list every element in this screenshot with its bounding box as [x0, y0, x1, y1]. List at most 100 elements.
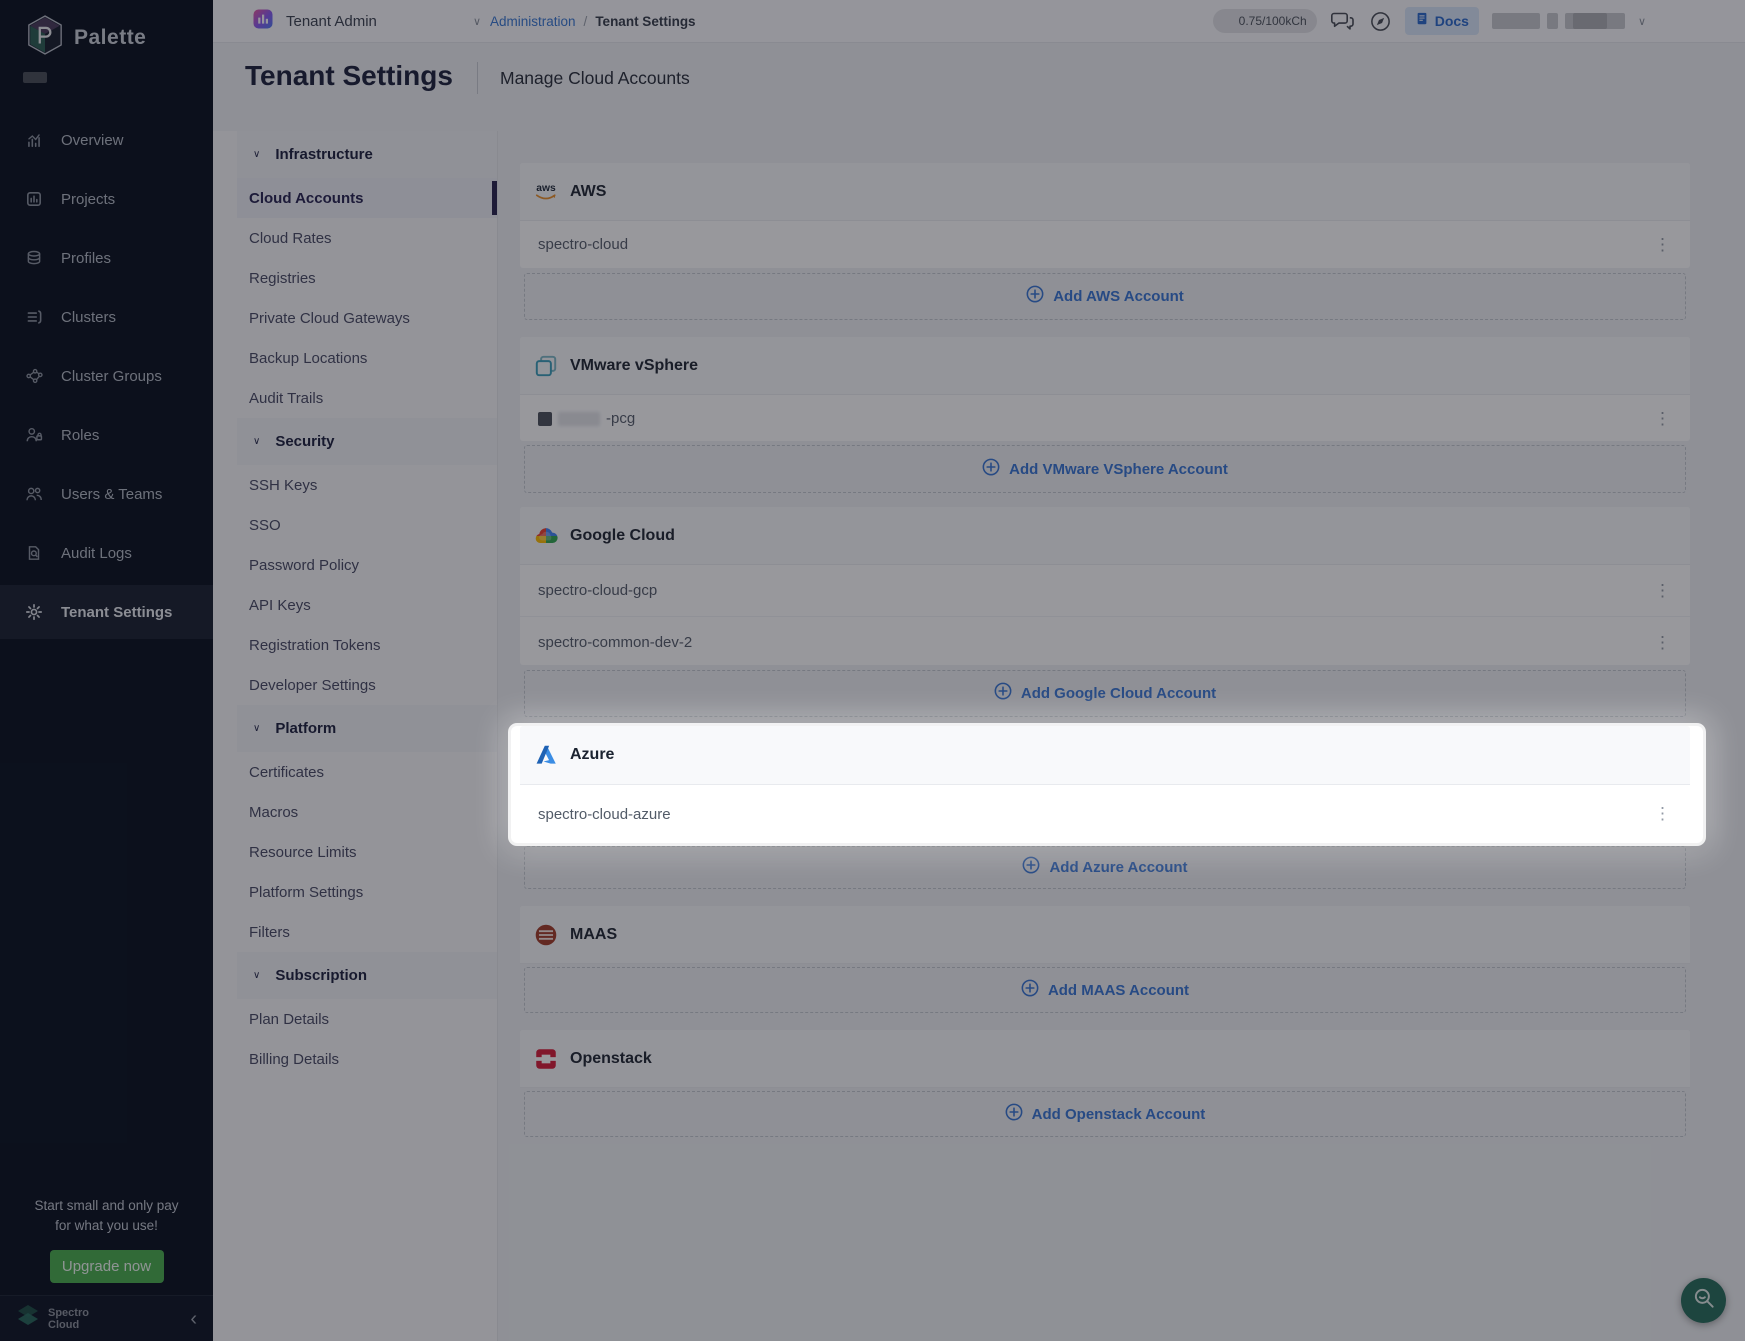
nav-item-macros[interactable]: Macros: [237, 792, 497, 832]
sidebar-item-roles[interactable]: Roles: [0, 408, 213, 462]
nav-item-password-policy[interactable]: Password Policy: [237, 545, 497, 585]
nav-item-cloud-accounts[interactable]: Cloud Accounts: [237, 178, 497, 218]
kebab-menu-icon[interactable]: ⋮: [1654, 581, 1690, 601]
account-row-spectro-common-dev-2: spectro-common-dev-2⋮: [520, 616, 1690, 668]
nav-item-registries[interactable]: Registries: [237, 258, 497, 298]
add-azure-account-button[interactable]: Add Azure Account: [524, 846, 1686, 889]
google-cloud-icon: [533, 523, 559, 549]
cluster-groups-icon: [24, 367, 43, 386]
nav-item-sso[interactable]: SSO: [237, 505, 497, 545]
nav-item-filters[interactable]: Filters: [237, 912, 497, 952]
add-aws-account-button[interactable]: Add AWS Account: [524, 273, 1686, 320]
nav-item-registration-tokens[interactable]: Registration Tokens: [237, 625, 497, 665]
brand-name: Palette: [74, 26, 146, 50]
sidebar-footer: Spectro Cloud ‹: [0, 1295, 213, 1341]
clusters-icon: [24, 308, 43, 327]
title-divider: [477, 62, 478, 94]
account-row-spectro-cloud-gcp: spectro-cloud-gcp⋮: [520, 565, 1690, 616]
users-teams-icon: [24, 485, 43, 504]
sidebar-item-cluster-groups[interactable]: Cluster Groups: [0, 349, 213, 403]
sidebar-item-users-teams[interactable]: Users & Teams: [0, 467, 213, 521]
nav-item-plan-details[interactable]: Plan Details: [237, 999, 497, 1039]
search-smile-icon: [1691, 1285, 1717, 1316]
gear-icon: [24, 603, 43, 622]
provider-header-google-cloud: Google Cloud: [520, 507, 1690, 565]
sidebar-item-tenant-settings[interactable]: Tenant Settings: [0, 585, 213, 639]
sidebar: Palette OverviewProjectsProfilesClusters…: [0, 0, 213, 1341]
settings-nav-column: ∨InfrastructureCloud AccountsCloud Rates…: [213, 131, 498, 1341]
add-openstack-account-button[interactable]: Add Openstack Account: [524, 1091, 1686, 1137]
sidebar-item-clusters[interactable]: Clusters: [0, 290, 213, 344]
add-vmware-vsphere-account-button[interactable]: Add VMware VSphere Account: [524, 445, 1686, 493]
add-google-cloud-account-button[interactable]: Add Google Cloud Account: [524, 670, 1686, 717]
upgrade-promo: Start small and only pay for what you us…: [0, 1196, 213, 1283]
panel-openstack: Openstack: [520, 1030, 1690, 1086]
upgrade-now-button[interactable]: Upgrade now: [50, 1250, 164, 1283]
plus-circle-icon: [982, 458, 1000, 481]
aws-icon: aws: [533, 179, 559, 205]
nav-section-platform[interactable]: ∨Platform: [237, 705, 497, 752]
sidebar-item-projects[interactable]: Projects: [0, 172, 213, 226]
kebab-menu-icon[interactable]: ⋮: [1654, 633, 1690, 653]
brand-logo: Palette: [26, 14, 146, 61]
sidebar-item-overview[interactable]: Overview: [0, 113, 213, 167]
nav-item-ssh-keys[interactable]: SSH Keys: [237, 465, 497, 505]
nav-item-api-keys[interactable]: API Keys: [237, 585, 497, 625]
promo-text-line2: for what you use!: [0, 1216, 213, 1236]
nav-item-platform-settings[interactable]: Platform Settings: [237, 872, 497, 912]
palette-logo-icon: [26, 14, 64, 61]
overview-icon: [24, 131, 43, 150]
redacted-text: [558, 412, 600, 426]
plus-circle-icon: [1022, 856, 1040, 879]
nav-item-certificates[interactable]: Certificates: [237, 752, 497, 792]
roles-icon: [24, 426, 43, 445]
provider-header-aws: awsAWS: [520, 163, 1690, 221]
project-scope-selector[interactable]: Tenant Admin ∨: [253, 0, 481, 42]
nav-item-resource-limits[interactable]: Resource Limits: [237, 832, 497, 872]
plus-circle-icon: [1026, 285, 1044, 308]
account-row-spectro-cloud: spectro-cloud⋮: [520, 221, 1690, 268]
panel-vmware-vsphere: VMware vSphere-pcg⋮: [520, 337, 1690, 441]
vsphere-icon: [533, 353, 559, 379]
kebab-menu-icon[interactable]: ⋮: [1654, 235, 1690, 255]
plus-circle-icon: [1021, 979, 1039, 1002]
nav-item-audit-trails[interactable]: Audit Trails: [237, 378, 497, 418]
nav-item-developer-settings[interactable]: Developer Settings: [237, 665, 497, 705]
app-root: Palette OverviewProjectsProfilesClusters…: [0, 0, 1745, 1341]
sidebar-item-profiles[interactable]: Profiles: [0, 231, 213, 285]
search-fab-button[interactable]: [1681, 1278, 1726, 1323]
kebab-menu-icon[interactable]: ⋮: [1654, 804, 1690, 824]
nav-item-private-cloud-gateways[interactable]: Private Cloud Gateways: [237, 298, 497, 338]
provider-header-openstack: Openstack: [520, 1030, 1690, 1088]
nav-section-security[interactable]: ∨Security: [237, 418, 497, 465]
nav-section-infrastructure[interactable]: ∨Infrastructure: [237, 131, 497, 178]
svg-text:aws: aws: [536, 183, 556, 194]
redacted-block: [538, 412, 552, 426]
plus-circle-icon: [1005, 1103, 1023, 1126]
nav-item-billing-details[interactable]: Billing Details: [237, 1039, 497, 1079]
nav-item-cloud-rates[interactable]: Cloud Rates: [237, 218, 497, 258]
spectro-cloud-label: Spectro Cloud: [48, 1307, 89, 1331]
panel-aws: awsAWSspectro-cloud⋮: [520, 163, 1690, 268]
plus-circle-icon: [994, 682, 1012, 705]
redacted-version-badge: [23, 72, 47, 83]
sidebar-item-audit-logs[interactable]: Audit Logs: [0, 526, 213, 580]
provider-header-vmware-vsphere: VMware vSphere: [520, 337, 1690, 395]
kebab-menu-icon[interactable]: ⋮: [1654, 409, 1690, 429]
sidebar-nav: OverviewProjectsProfilesClustersCluster …: [0, 108, 213, 644]
cloud-accounts-panels: awsAWSspectro-cloud⋮ Add AWS Account VMwar…: [520, 0, 1690, 1341]
nav-section-subscription[interactable]: ∨Subscription: [237, 952, 497, 999]
nav-item-backup-locations[interactable]: Backup Locations: [237, 338, 497, 378]
audit-logs-icon: [24, 544, 43, 563]
add-maas-account-button[interactable]: Add MAAS Account: [524, 967, 1686, 1013]
spectro-cloud-logo-icon: [16, 1303, 40, 1334]
chevron-down-icon: ∨: [253, 970, 260, 981]
collapse-sidebar-icon[interactable]: ‹: [190, 1309, 197, 1329]
panel-google-cloud: Google Cloudspectro-cloud-gcp⋮spectro-co…: [520, 507, 1690, 665]
openstack-icon: [533, 1046, 559, 1072]
chevron-down-icon: ∨: [253, 436, 260, 447]
chevron-down-icon: ∨: [473, 15, 481, 28]
azure-icon: [533, 742, 559, 768]
maas-icon: [533, 922, 559, 948]
project-scope-icon: [253, 9, 273, 34]
